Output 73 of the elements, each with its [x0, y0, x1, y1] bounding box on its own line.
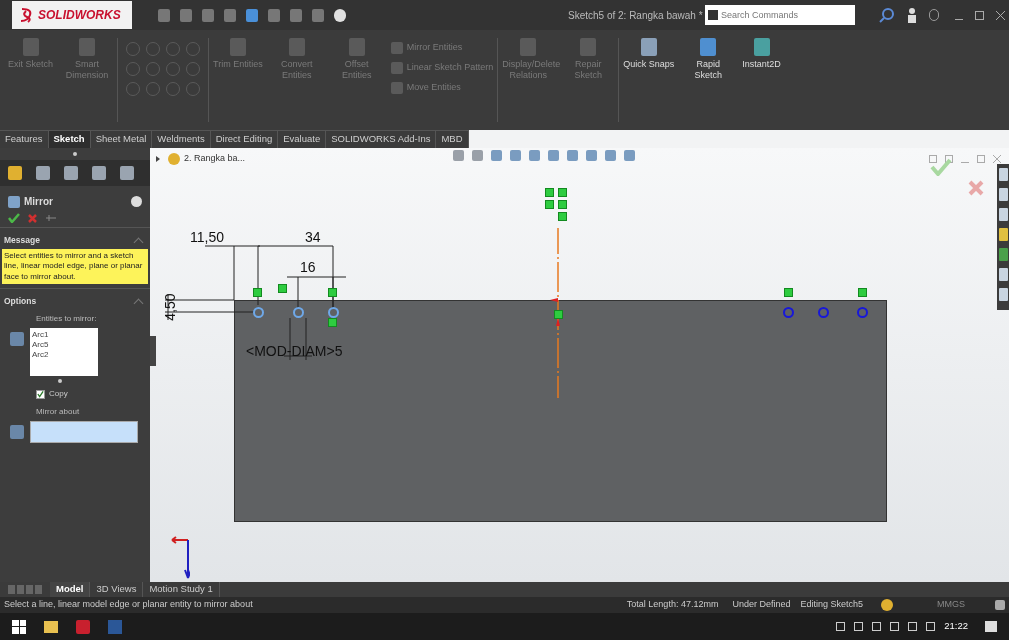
- expand-icon[interactable]: [156, 155, 160, 162]
- list-item[interactable]: Arc1: [32, 330, 96, 340]
- dimension-label[interactable]: 11,50: [190, 230, 224, 244]
- field-label: Mirror about: [36, 406, 81, 418]
- ribbon-tool[interactable]: Instant2D: [738, 30, 785, 70]
- field-label: Entities to mirror:: [36, 313, 98, 325]
- dimension-label[interactable]: 16: [300, 260, 316, 274]
- cancel-x-icon[interactable]: [968, 180, 984, 196]
- window-title: Sketch5 of 2: Rangka bawah *: [568, 8, 703, 23]
- tool-icon: [390, 42, 403, 54]
- copy-checkbox[interactable]: [36, 389, 45, 399]
- tool-icon: [348, 38, 365, 56]
- minimize-icon[interactable]: [955, 18, 963, 20]
- dimension-label[interactable]: 34: [305, 230, 321, 244]
- sketch-status: Under Defined: [732, 598, 791, 612]
- windows-start-icon[interactable]: [12, 619, 26, 634]
- tool-icon: [79, 38, 96, 56]
- search-icon[interactable]: [879, 7, 895, 23]
- sketch-point-icon[interactable]: [818, 307, 829, 318]
- message-text: Select entities to mirror and a sketch line, linear model edge, plane or planar face to mirror about.: [2, 248, 148, 285]
- relation-icon: [328, 288, 337, 297]
- tool-icon: [390, 82, 403, 94]
- status-hint: Select a line, linear model edge or planar entity to mirror about: [4, 598, 253, 612]
- ribbon-tool[interactable]: Rapid Sketch: [678, 30, 739, 81]
- sketch-point-icon[interactable]: [253, 307, 264, 318]
- section-heading: Message: [4, 234, 40, 247]
- user-icon[interactable]: [907, 7, 917, 23]
- tree-item[interactable]: 2. Rangka ba...: [184, 152, 246, 166]
- relation-icon: [858, 288, 867, 297]
- grip-icon[interactable]: [73, 152, 77, 156]
- confirm-check-icon[interactable]: [930, 158, 952, 176]
- tool-icon: [520, 38, 537, 56]
- sketch-point-icon[interactable]: [293, 307, 304, 318]
- checkbox-label: Copy: [49, 388, 68, 400]
- ds-logo-icon: [20, 7, 34, 23]
- units-label[interactable]: MMGS: [937, 598, 965, 612]
- tool-icon: [700, 38, 717, 56]
- list-item[interactable]: Arc2: [32, 350, 96, 360]
- app-logo[interactable]: SOLIDWORKS: [12, 1, 132, 29]
- relation-icon: [328, 318, 337, 327]
- model-tab[interactable]: Model: [50, 582, 91, 597]
- mirror-about-field[interactable]: [30, 421, 138, 443]
- relation-icon: [278, 284, 287, 293]
- sketch-point-icon[interactable]: [857, 307, 868, 318]
- relation-icon: [784, 288, 793, 297]
- tool-icon: [580, 38, 597, 56]
- resize-handle[interactable]: [58, 379, 62, 383]
- section-heading: Options: [4, 295, 37, 308]
- tool-icon: [288, 38, 305, 56]
- ok-icon[interactable]: [8, 213, 20, 223]
- tool-icon: [390, 62, 403, 74]
- panel-collapse-handle[interactable]: [150, 336, 156, 366]
- close-icon[interactable]: [996, 10, 1005, 20]
- clock[interactable]: 21:22: [944, 619, 968, 634]
- command-tab[interactable]: Sketch: [48, 131, 91, 148]
- relation-icon: [554, 310, 563, 319]
- panel-title: Mirror: [24, 195, 53, 209]
- tool-icon: [22, 38, 39, 56]
- tool-icon: [229, 38, 246, 56]
- total-length: Total Length: 47.12mm: [626, 598, 719, 612]
- ribbon-tool[interactable]: Quick Snaps: [619, 30, 679, 70]
- dimension-label[interactable]: 4,50: [162, 293, 177, 321]
- cancel-icon[interactable]: [28, 213, 37, 223]
- tool-icon: [753, 38, 770, 56]
- relation-icon: [253, 288, 262, 297]
- tool-icon: [640, 38, 657, 56]
- restore-icon[interactable]: [975, 10, 984, 20]
- editing-status: Editing Sketch5: [800, 598, 863, 612]
- sketch-point-icon[interactable]: [783, 307, 794, 318]
- list-item[interactable]: Arc5: [32, 340, 96, 350]
- graphics-area[interactable]: 2. Rangka ba... 11,50 34 16 4,50 <MOD-DIAM>5: [150, 148, 1009, 582]
- search-field[interactable]: Search Commands: [705, 5, 855, 25]
- entities-list[interactable]: Arc1 Arc5 Arc2: [30, 328, 98, 376]
